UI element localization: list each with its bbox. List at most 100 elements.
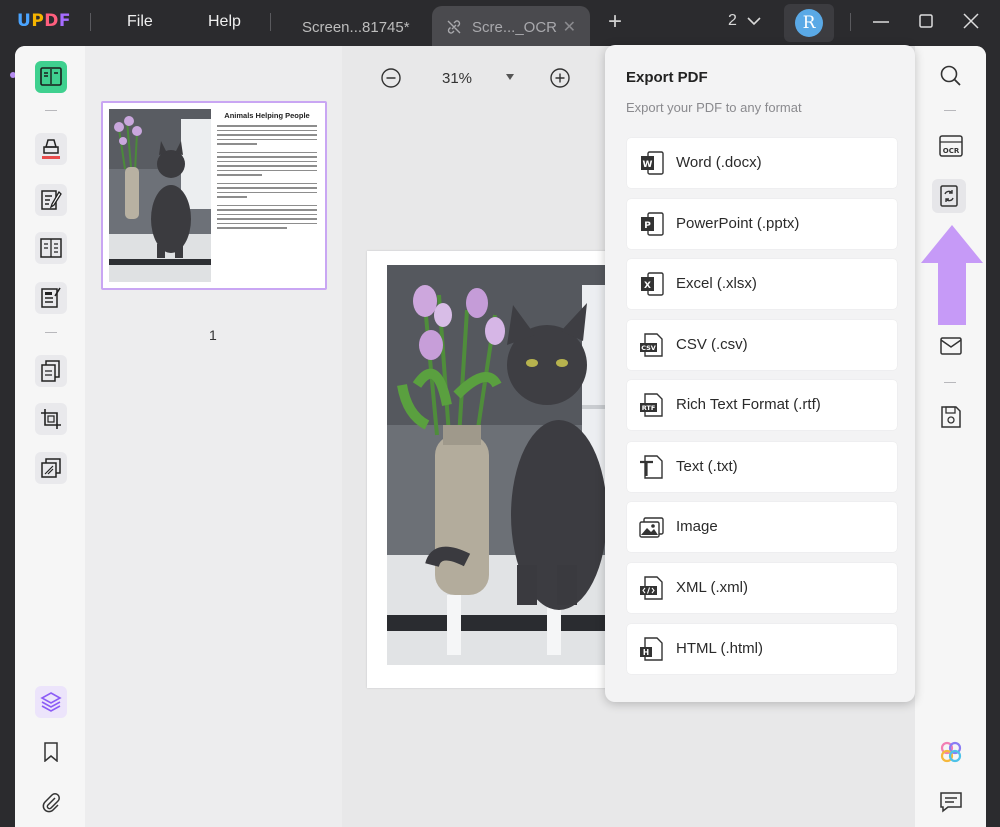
excel-icon: X xyxy=(641,272,664,296)
export-title: Export PDF xyxy=(626,69,708,86)
tab-document-ocr[interactable]: Scre..._OCR ✕ xyxy=(432,6,590,46)
export-pdf-panel: Export PDF Export your PDF to any format… xyxy=(605,45,915,702)
thumbnail-page: Animals Helping People xyxy=(109,109,319,282)
txt-icon xyxy=(640,455,663,479)
format-label: HTML (.html) xyxy=(676,640,763,657)
layered-pages-icon xyxy=(41,458,61,478)
zoom-level[interactable]: 31% xyxy=(442,70,472,87)
convert-button[interactable] xyxy=(932,179,966,213)
csv-icon: CSV xyxy=(640,333,663,357)
pages-tool-button[interactable] xyxy=(35,355,67,387)
svg-text:P: P xyxy=(644,221,651,231)
format-label: Image xyxy=(676,518,718,535)
menu-help[interactable]: Help xyxy=(208,13,241,31)
highlight-arrow-icon xyxy=(921,225,983,325)
new-tab-button[interactable]: + xyxy=(608,8,622,36)
format-label: XML (.xml) xyxy=(676,579,748,596)
svg-text:H: H xyxy=(643,648,649,657)
divider xyxy=(270,13,271,31)
edit-document-icon xyxy=(41,190,62,210)
edit-tool-button[interactable] xyxy=(35,184,67,216)
pages-icon xyxy=(41,360,60,382)
page-number-label: 1 xyxy=(209,327,217,343)
export-text-button[interactable]: Text (.txt) xyxy=(627,442,897,492)
layers-button[interactable] xyxy=(35,686,67,718)
comment-tool-button[interactable] xyxy=(35,133,67,165)
form-icon xyxy=(41,287,61,308)
rtf-icon: RTF xyxy=(640,393,663,417)
protect-tool-button[interactable] xyxy=(35,452,67,484)
divider xyxy=(45,332,57,333)
export-csv-button[interactable]: CSV CSV (.csv) xyxy=(627,320,897,370)
export-rtf-button[interactable]: RTF Rich Text Format (.rtf) xyxy=(627,380,897,430)
thumbnail-text-lines xyxy=(217,125,317,232)
thumbnail-title: Animals Helping People xyxy=(224,111,310,120)
svg-text:X: X xyxy=(644,281,651,291)
zoom-out-icon[interactable] xyxy=(380,67,402,89)
svg-text:CSV: CSV xyxy=(641,344,656,352)
account-button[interactable]: R xyxy=(784,4,834,42)
reader-mode-button[interactable] xyxy=(35,61,67,93)
thumbnail-panel: Animals Helping People 1 xyxy=(85,46,342,827)
menu-file[interactable]: File xyxy=(127,13,153,31)
format-label: Excel (.xlsx) xyxy=(676,275,757,292)
format-label: Word (.docx) xyxy=(676,154,762,171)
bookmark-icon[interactable] xyxy=(43,742,59,762)
attachment-icon[interactable] xyxy=(41,791,61,813)
powerpoint-icon: P xyxy=(641,212,664,236)
search-icon[interactable] xyxy=(938,63,964,89)
divider xyxy=(850,13,851,31)
divider xyxy=(45,110,57,111)
format-label: Rich Text Format (.rtf) xyxy=(676,396,821,413)
close-icon[interactable]: ✕ xyxy=(563,17,576,37)
comment-list-icon[interactable] xyxy=(938,789,964,815)
save-icon[interactable] xyxy=(938,404,964,430)
updf-logo: UPDF xyxy=(17,11,72,31)
two-page-icon xyxy=(40,238,62,258)
export-image-button[interactable]: Image xyxy=(627,502,897,552)
xml-icon xyxy=(640,576,663,600)
image-icon xyxy=(639,517,664,538)
book-icon xyxy=(40,67,62,86)
organize-view-button[interactable] xyxy=(35,232,67,264)
format-label: Text (.txt) xyxy=(676,458,738,475)
left-toolbar xyxy=(15,46,85,827)
export-html-button[interactable]: H HTML (.html) xyxy=(627,624,897,674)
chevron-down-icon xyxy=(747,17,761,25)
svg-text:W: W xyxy=(643,160,653,170)
form-tool-button[interactable] xyxy=(35,282,67,314)
export-subtitle: Export your PDF to any format xyxy=(626,100,802,115)
window-count-dropdown[interactable]: 2 xyxy=(728,12,761,30)
export-powerpoint-button[interactable]: P PowerPoint (.pptx) xyxy=(627,199,897,249)
crop-icon xyxy=(41,409,61,429)
zoom-in-icon[interactable] xyxy=(549,67,571,89)
convert-icon xyxy=(940,185,958,207)
export-excel-button[interactable]: X Excel (.xlsx) xyxy=(627,259,897,309)
divider xyxy=(90,13,91,31)
ai-assistant-icon[interactable] xyxy=(938,739,964,765)
tab-label: Scre..._OCR xyxy=(472,19,558,36)
title-bar: UPDF File Help Screen...81745* Scre..._O… xyxy=(0,0,1000,46)
format-label: CSV (.csv) xyxy=(676,336,748,353)
svg-text:RTF: RTF xyxy=(642,404,656,412)
format-label: PowerPoint (.pptx) xyxy=(676,215,800,232)
right-toolbar: OCR xyxy=(915,46,986,827)
layers-icon xyxy=(40,692,62,712)
minimize-button[interactable] xyxy=(868,10,894,34)
highlighter-icon xyxy=(42,139,60,159)
caret-down-icon[interactable] xyxy=(505,73,515,81)
crop-tool-button[interactable] xyxy=(35,403,67,435)
svg-text:OCR: OCR xyxy=(943,147,960,155)
ocr-icon[interactable]: OCR xyxy=(938,133,964,159)
close-window-button[interactable] xyxy=(958,10,984,34)
mail-icon[interactable] xyxy=(938,333,964,359)
export-word-button[interactable]: W Word (.docx) xyxy=(627,138,897,188)
tab-document-1[interactable]: Screen...81745* xyxy=(288,6,428,46)
page-thumbnail[interactable]: Animals Helping People xyxy=(101,101,327,290)
maximize-button[interactable] xyxy=(913,10,939,34)
cat-photo-thumbnail xyxy=(109,109,211,282)
export-xml-button[interactable]: XML (.xml) xyxy=(627,563,897,613)
divider xyxy=(944,110,956,111)
divider xyxy=(944,382,956,383)
word-icon: W xyxy=(641,151,664,175)
